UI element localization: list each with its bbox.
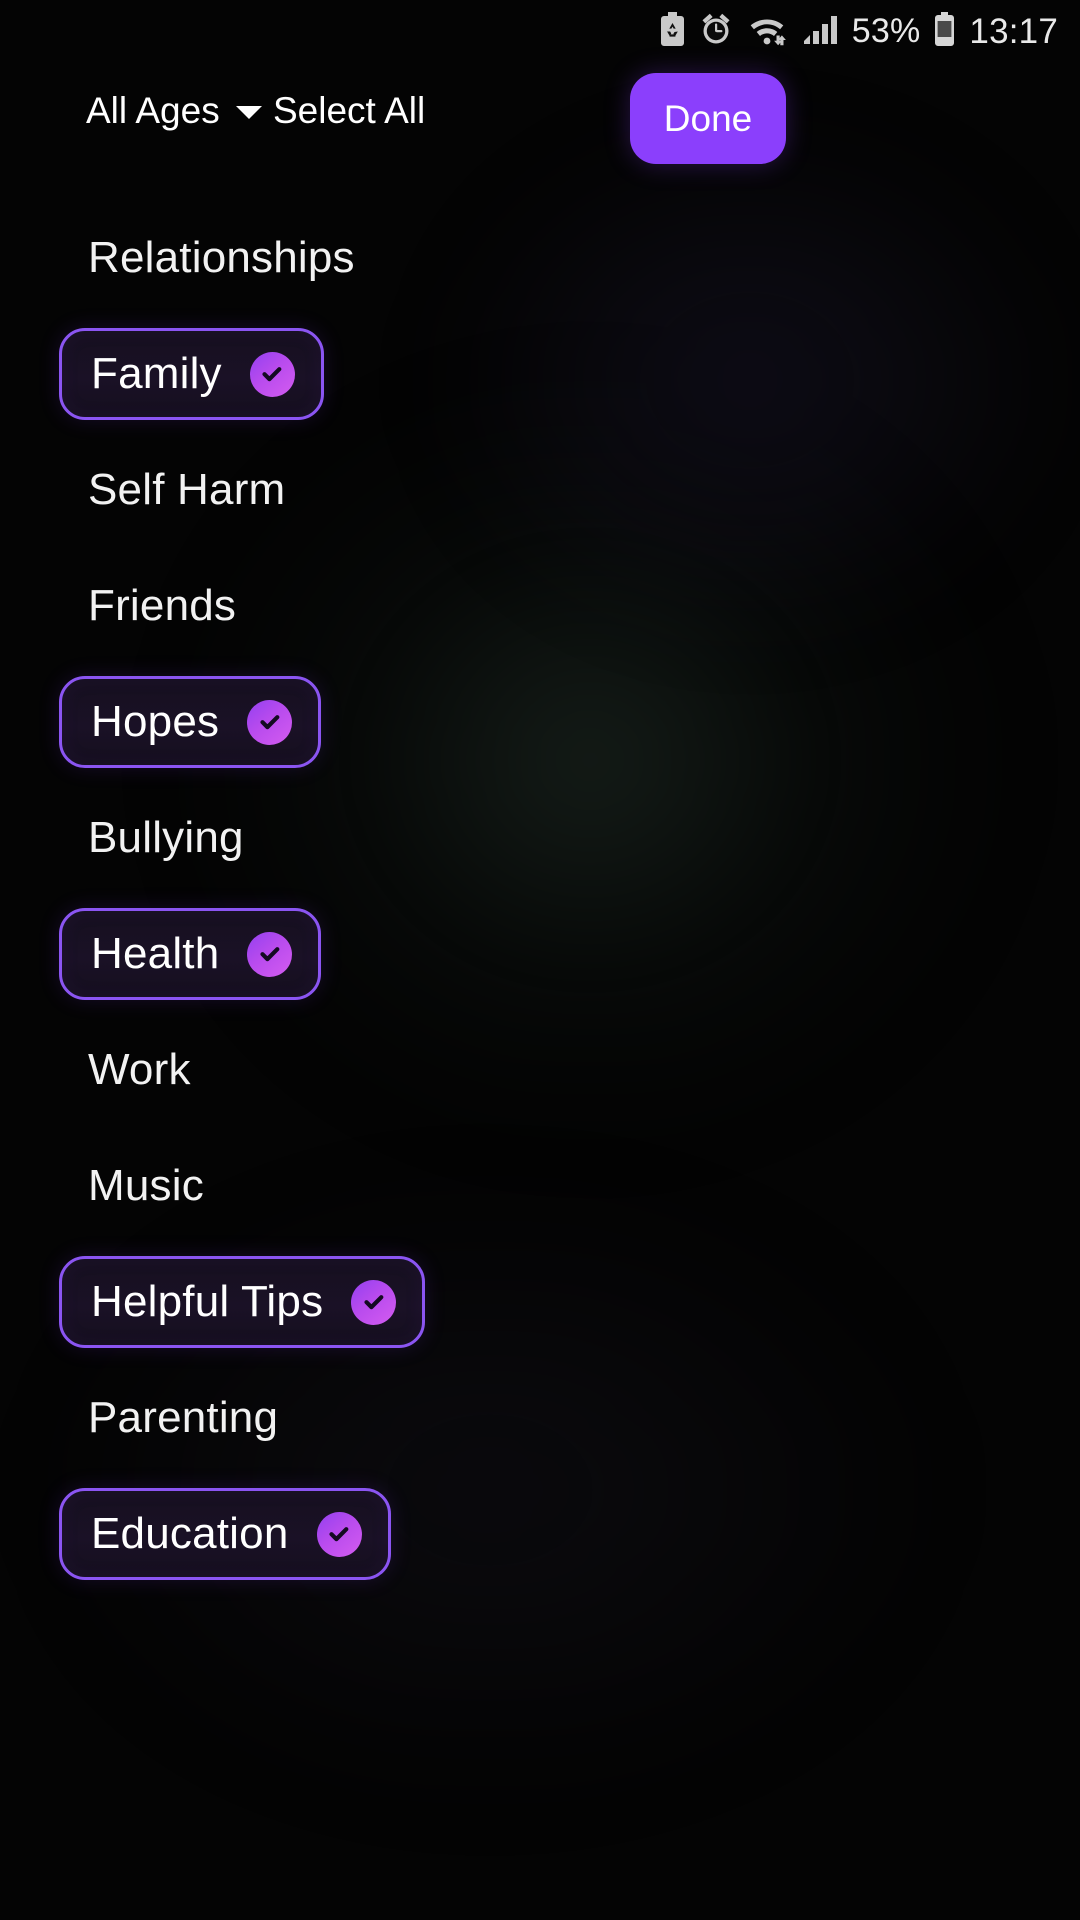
topic-chip-selected[interactable]: Education xyxy=(59,1488,391,1580)
cellular-signal-icon xyxy=(803,12,839,51)
clock: 13:17 xyxy=(969,11,1058,51)
topic-chip-selected[interactable]: Hopes xyxy=(59,676,322,768)
topic-item-unselected[interactable]: Relationships xyxy=(59,236,355,280)
topic-row: Education xyxy=(0,1476,1080,1592)
battery-saver-icon xyxy=(659,11,686,51)
topic-item-unselected[interactable]: Parenting xyxy=(59,1396,278,1440)
check-icon xyxy=(249,351,295,397)
header-bar: All Ages Select All Done xyxy=(0,62,1080,174)
topic-row: Friends xyxy=(0,548,1080,664)
status-bar: 53% 13:17 xyxy=(0,0,1080,62)
topic-row: Health xyxy=(0,896,1080,1012)
app-screen: 53% 13:17 All Ages Select All Done Relat… xyxy=(0,0,1080,1920)
topic-row: Relationships xyxy=(0,200,1080,316)
check-icon xyxy=(247,931,293,977)
chevron-down-icon xyxy=(235,106,262,119)
topic-row: Helpful Tips xyxy=(0,1244,1080,1360)
topic-row: Work xyxy=(0,1012,1080,1128)
topic-label: Family xyxy=(91,349,222,398)
topic-item-unselected[interactable]: Work xyxy=(59,1048,191,1092)
age-filter-dropdown[interactable]: All Ages xyxy=(86,92,262,129)
topic-chip-selected[interactable]: Health xyxy=(59,908,322,1000)
done-button-label: Done xyxy=(663,98,753,139)
wifi-icon xyxy=(746,12,790,51)
select-all-button[interactable]: Select All xyxy=(273,92,425,129)
topic-item-unselected[interactable]: Bullying xyxy=(59,816,244,860)
battery-icon xyxy=(933,11,956,51)
topic-list: Relationships Family Self Harm Friends Hopes… xyxy=(0,200,1080,1592)
topic-row: Parenting xyxy=(0,1360,1080,1476)
done-button[interactable]: Done xyxy=(630,73,786,164)
topic-label: Health xyxy=(91,929,220,978)
battery-percentage: 53% xyxy=(851,12,921,50)
topic-item-unselected[interactable]: Music xyxy=(59,1164,204,1208)
alarm-icon xyxy=(699,12,733,51)
age-filter-label: All Ages xyxy=(86,90,220,131)
topic-row: Family xyxy=(0,316,1080,432)
check-icon xyxy=(351,1279,397,1325)
topic-chip-selected[interactable]: Helpful Tips xyxy=(59,1256,426,1348)
check-icon xyxy=(247,699,293,745)
topic-item-unselected[interactable]: Self Harm xyxy=(59,468,285,512)
topic-row: Bullying xyxy=(0,780,1080,896)
topic-row: Self Harm xyxy=(0,432,1080,548)
topic-label: Hopes xyxy=(91,697,220,746)
topic-chip-selected[interactable]: Family xyxy=(59,328,324,420)
topic-label: Education xyxy=(91,1509,289,1558)
topic-item-unselected[interactable]: Friends xyxy=(59,584,236,628)
topic-row: Hopes xyxy=(0,664,1080,780)
check-icon xyxy=(316,1511,362,1557)
topic-row: Music xyxy=(0,1128,1080,1244)
topic-label: Helpful Tips xyxy=(91,1277,324,1326)
